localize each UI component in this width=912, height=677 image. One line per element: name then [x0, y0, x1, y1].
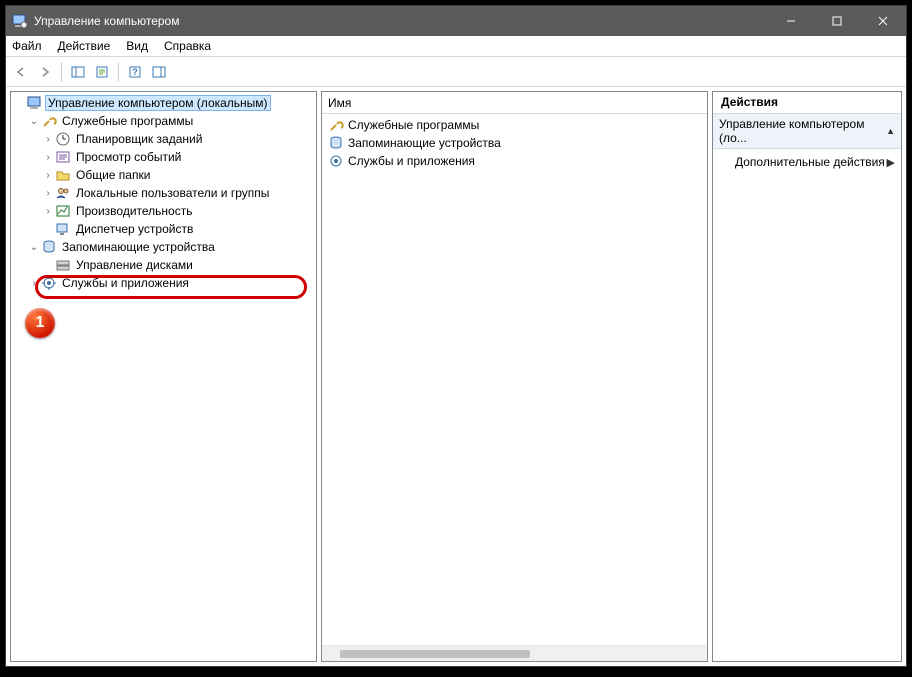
disk-management-icon	[55, 257, 71, 273]
menubar: Файл Действие Вид Справка	[6, 36, 906, 56]
menu-view[interactable]: Вид	[126, 39, 148, 53]
actions-group[interactable]: Управление компьютером (ло... ▲	[713, 114, 901, 149]
chevron-right-icon[interactable]: ›	[41, 188, 55, 199]
list-item-label: Запоминающие устройства	[348, 136, 501, 150]
tree-device-manager[interactable]: Диспетчер устройств	[11, 220, 316, 238]
shared-folders-icon	[55, 167, 71, 183]
event-viewer-icon	[55, 149, 71, 165]
services-icon	[41, 275, 57, 291]
chevron-right-icon[interactable]: ›	[41, 170, 55, 181]
content-header[interactable]: Имя	[322, 92, 707, 114]
tree-root[interactable]: Управление компьютером (локальным)	[11, 94, 316, 112]
tree-label: Производительность	[74, 204, 194, 218]
menu-file[interactable]: Файл	[12, 39, 42, 53]
performance-icon	[55, 203, 71, 219]
actions-header: Действия	[713, 92, 901, 114]
tree-storage[interactable]: ⌄ Запоминающие устройства	[11, 238, 316, 256]
back-button[interactable]	[10, 61, 32, 83]
tree-label: Службы и приложения	[60, 276, 191, 290]
tree-disk-management[interactable]: Управление дисками	[11, 256, 316, 274]
tree-pane: Управление компьютером (локальным) ⌄ Слу…	[10, 91, 317, 662]
list-item-label: Службы и приложения	[348, 154, 475, 168]
scrollbar-thumb[interactable]	[340, 650, 530, 658]
chevron-right-icon[interactable]: ›	[27, 278, 41, 289]
chevron-right-icon: ▶	[887, 156, 895, 169]
chevron-down-icon[interactable]: ⌄	[27, 116, 41, 127]
window-controls	[768, 6, 906, 36]
annotation-badge: 1	[25, 308, 55, 338]
actions-more-item[interactable]: Дополнительные действия ▶	[713, 149, 901, 175]
properties-button[interactable]	[91, 61, 113, 83]
tree-event-viewer[interactable]: › Просмотр событий	[11, 148, 316, 166]
content-pane: Имя Служебные программы Запоминающие уст…	[321, 91, 708, 662]
window-frame: Управление компьютером Файл Действие Вид…	[5, 5, 907, 667]
list-item[interactable]: Запоминающие устройства	[322, 134, 707, 152]
show-hide-tree-button[interactable]	[67, 61, 89, 83]
tree-local-users-groups[interactable]: › Локальные пользователи и группы	[11, 184, 316, 202]
storage-icon	[328, 135, 344, 151]
tree-label: Планировщик заданий	[74, 132, 204, 146]
window-title: Управление компьютером	[34, 14, 768, 28]
tools-icon	[328, 117, 344, 133]
annotation-badge-number: 1	[36, 314, 45, 332]
list-item[interactable]: Служебные программы	[322, 116, 707, 134]
actions-more-label: Дополнительные действия	[735, 155, 885, 169]
tree-performance[interactable]: › Производительность	[11, 202, 316, 220]
actions-pane: Действия Управление компьютером (ло... ▲…	[712, 91, 902, 662]
tree-task-scheduler[interactable]: › Планировщик заданий	[11, 130, 316, 148]
tree-services-apps[interactable]: › Службы и приложения	[11, 274, 316, 292]
app-icon	[12, 13, 28, 29]
tree-label: Запоминающие устройства	[60, 240, 217, 254]
column-name: Имя	[328, 96, 351, 110]
menu-help[interactable]: Справка	[164, 39, 211, 53]
help-button[interactable]: ?	[124, 61, 146, 83]
clock-icon	[55, 131, 71, 147]
tree-root-label: Управление компьютером (локальным)	[46, 96, 270, 110]
chevron-right-icon[interactable]: ›	[41, 134, 55, 145]
toolbar-divider	[61, 62, 62, 82]
toolbar-divider	[118, 62, 119, 82]
tree-label: Общие папки	[74, 168, 152, 182]
collapse-up-icon[interactable]: ▲	[886, 126, 895, 136]
content-list: Служебные программы Запоминающие устройс…	[322, 114, 707, 645]
list-item-label: Служебные программы	[348, 118, 479, 132]
tree-system-tools[interactable]: ⌄ Служебные программы	[11, 112, 316, 130]
close-button[interactable]	[860, 6, 906, 36]
show-hide-actions-button[interactable]	[148, 61, 170, 83]
computer-management-icon	[27, 95, 43, 111]
tree-shared-folders[interactable]: › Общие папки	[11, 166, 316, 184]
svg-text:?: ?	[132, 67, 138, 77]
list-item[interactable]: Службы и приложения	[322, 152, 707, 170]
services-icon	[328, 153, 344, 169]
tree-label: Диспетчер устройств	[74, 222, 195, 236]
console-tree: Управление компьютером (локальным) ⌄ Слу…	[11, 92, 316, 294]
menu-action[interactable]: Действие	[58, 39, 111, 53]
tools-icon	[41, 113, 57, 129]
chevron-down-icon[interactable]: ⌄	[27, 242, 41, 253]
tree-label: Просмотр событий	[74, 150, 183, 164]
chevron-right-icon[interactable]: ›	[41, 206, 55, 217]
tree-label: Управление дисками	[74, 258, 195, 272]
forward-button[interactable]	[34, 61, 56, 83]
maximize-button[interactable]	[814, 6, 860, 36]
horizontal-scrollbar[interactable]	[322, 645, 707, 661]
users-groups-icon	[55, 185, 71, 201]
actions-group-label: Управление компьютером (ло...	[719, 117, 886, 145]
tree-label: Служебные программы	[60, 114, 195, 128]
chevron-right-icon[interactable]: ›	[41, 152, 55, 163]
tree-label: Локальные пользователи и группы	[74, 186, 271, 200]
main-layout: Управление компьютером (локальным) ⌄ Слу…	[6, 87, 906, 666]
titlebar[interactable]: Управление компьютером	[6, 6, 906, 36]
toolbar: ?	[6, 57, 906, 87]
device-manager-icon	[55, 221, 71, 237]
storage-icon	[41, 239, 57, 255]
minimize-button[interactable]	[768, 6, 814, 36]
